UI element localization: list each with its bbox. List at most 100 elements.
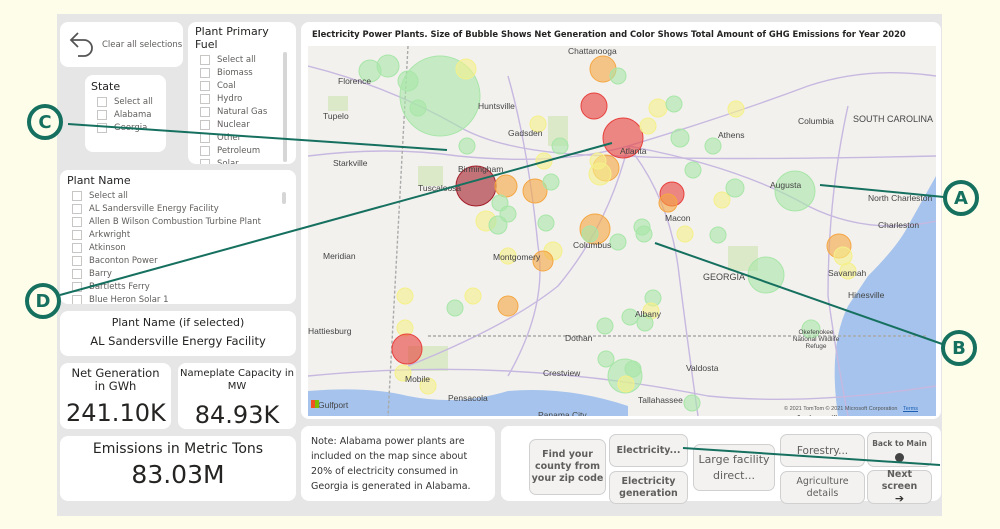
slicer-option[interactable]: Solar xyxy=(200,157,296,164)
power-plant-bubble[interactable] xyxy=(396,319,414,337)
checkbox[interactable] xyxy=(200,158,210,164)
checkbox[interactable] xyxy=(200,80,210,91)
power-plant-bubble[interactable] xyxy=(494,174,518,198)
power-plant-bubble[interactable] xyxy=(713,191,731,209)
slicer-option[interactable]: AL Sandersville Energy Facility xyxy=(72,202,296,215)
next-screen-button[interactable]: Next screen ➔ xyxy=(867,469,932,505)
terms-link[interactable]: Terms xyxy=(903,406,918,412)
net-generation-card: Net Generation in GWh 241.10K xyxy=(60,363,171,429)
power-plant-bubble[interactable] xyxy=(542,173,560,191)
checkbox[interactable] xyxy=(72,190,82,201)
large-facility-button[interactable]: Large facility direct... xyxy=(693,444,775,491)
power-plant-bubble[interactable] xyxy=(464,287,482,305)
power-plant-bubble[interactable] xyxy=(455,58,477,80)
power-plant-bubble[interactable] xyxy=(725,178,745,198)
slicer-option[interactable]: Select all xyxy=(200,53,296,66)
checkbox[interactable] xyxy=(72,203,82,214)
power-plant-bubble[interactable] xyxy=(670,128,690,148)
power-plant-bubble[interactable] xyxy=(497,295,519,317)
checkbox[interactable] xyxy=(200,132,210,143)
checkbox[interactable] xyxy=(97,96,107,107)
plant-slicer-scrollbar[interactable] xyxy=(282,192,286,204)
electricity-more-button[interactable]: Electricity... xyxy=(609,434,688,467)
power-plant-bubble[interactable] xyxy=(704,137,722,155)
power-plant-bubble[interactable] xyxy=(709,226,727,244)
find-county-button[interactable]: Find your county from your zip code xyxy=(529,439,606,495)
slicer-option[interactable]: Blue Heron Solar 1 xyxy=(72,293,296,304)
checkbox[interactable] xyxy=(72,242,82,253)
power-plant-bubble[interactable] xyxy=(376,54,400,78)
checkbox[interactable] xyxy=(200,119,210,130)
slicer-option[interactable]: Other xyxy=(200,131,296,144)
power-plant-bubble[interactable] xyxy=(617,375,635,393)
power-plant-bubble[interactable] xyxy=(391,333,423,365)
slicer-option[interactable]: Barry xyxy=(72,267,296,280)
power-plant-bubble[interactable] xyxy=(446,299,464,317)
power-plant-bubble[interactable] xyxy=(648,98,668,118)
checkbox[interactable] xyxy=(72,294,82,304)
slicer-option[interactable]: Georgia xyxy=(97,121,166,134)
power-plant-bubble[interactable] xyxy=(747,256,785,294)
slicer-option[interactable]: Biomass xyxy=(200,66,296,79)
slicer-option[interactable]: Atkinson xyxy=(72,241,296,254)
power-plant-bubble[interactable] xyxy=(609,67,627,85)
fuel-slicer-scrollbar[interactable] xyxy=(283,52,287,162)
checkbox[interactable] xyxy=(200,67,210,78)
forestry-button[interactable]: Forestry... xyxy=(780,434,865,467)
checkbox[interactable] xyxy=(97,109,107,120)
checkbox[interactable] xyxy=(72,229,82,240)
slicer-option[interactable]: Coal xyxy=(200,79,296,92)
power-plant-bubble[interactable] xyxy=(684,161,702,179)
slicer-option[interactable]: Nuclear xyxy=(200,118,296,131)
slicer-option[interactable]: Allen B Wilson Combustion Turbine Plant xyxy=(72,215,296,228)
map-city-label: Florence xyxy=(338,76,372,86)
slicer-option[interactable]: Select all xyxy=(97,95,166,108)
back-to-main-button[interactable]: Back to Main xyxy=(867,432,932,467)
power-plant-bubble[interactable] xyxy=(458,137,476,155)
checkbox[interactable] xyxy=(200,145,210,156)
power-plant-bubble[interactable] xyxy=(551,137,569,155)
power-plant-bubble[interactable] xyxy=(580,92,608,120)
power-plant-bubble[interactable] xyxy=(397,70,419,92)
power-plant-bubble[interactable] xyxy=(635,225,653,243)
option-label: Hydro xyxy=(217,93,243,104)
slicer-option[interactable]: Hydro xyxy=(200,92,296,105)
power-plant-bubble[interactable] xyxy=(665,95,683,113)
agriculture-details-button[interactable]: Agriculture details xyxy=(780,471,865,504)
power-plant-bubble[interactable] xyxy=(609,233,627,251)
checkbox[interactable] xyxy=(200,93,210,104)
checkbox[interactable] xyxy=(72,216,82,227)
power-plant-bubble[interactable] xyxy=(396,287,414,305)
slicer-option[interactable]: Baconton Power xyxy=(72,254,296,267)
checkbox[interactable] xyxy=(200,54,210,65)
slicer-option[interactable]: Alabama xyxy=(97,108,166,121)
power-plant-bubble[interactable] xyxy=(727,100,745,118)
electricity-generation-button[interactable]: Electricity generation xyxy=(609,471,688,504)
bubble-map[interactable]: Chattanooga Huntsville Florence Tupelo Gadsd… xyxy=(308,46,936,416)
checkbox[interactable] xyxy=(72,281,82,292)
power-plant-bubble[interactable] xyxy=(596,317,614,335)
power-plant-bubble[interactable] xyxy=(833,246,853,266)
power-plant-bubble[interactable] xyxy=(676,225,694,243)
checkbox[interactable] xyxy=(72,268,82,279)
checkbox[interactable] xyxy=(97,122,107,133)
power-plant-bubble[interactable] xyxy=(537,214,555,232)
power-plant-bubble[interactable] xyxy=(409,99,427,117)
power-plant-bubble[interactable] xyxy=(658,193,678,213)
power-plant-bubble[interactable] xyxy=(589,152,607,170)
checkbox[interactable] xyxy=(200,106,210,117)
slicer-option[interactable]: Arkwright xyxy=(72,228,296,241)
power-plant-bubble[interactable] xyxy=(639,117,657,135)
slicer-option[interactable]: Bartletts Ferry xyxy=(72,280,296,293)
power-plant-bubble[interactable] xyxy=(597,350,615,368)
net-generation-label: Net Generation in GWh xyxy=(71,366,160,393)
slicer-option[interactable]: Select all xyxy=(72,189,296,202)
power-plant-bubble[interactable] xyxy=(683,394,701,412)
power-plant-bubble[interactable] xyxy=(774,170,816,212)
slicer-option[interactable]: Natural Gas xyxy=(200,105,296,118)
power-plant-bubble[interactable] xyxy=(499,205,517,223)
power-plant-bubble[interactable] xyxy=(535,152,553,170)
checkbox[interactable] xyxy=(72,255,82,266)
slicer-option[interactable]: Petroleum xyxy=(200,144,296,157)
clear-selections-button[interactable]: Clear all selections xyxy=(60,22,183,67)
